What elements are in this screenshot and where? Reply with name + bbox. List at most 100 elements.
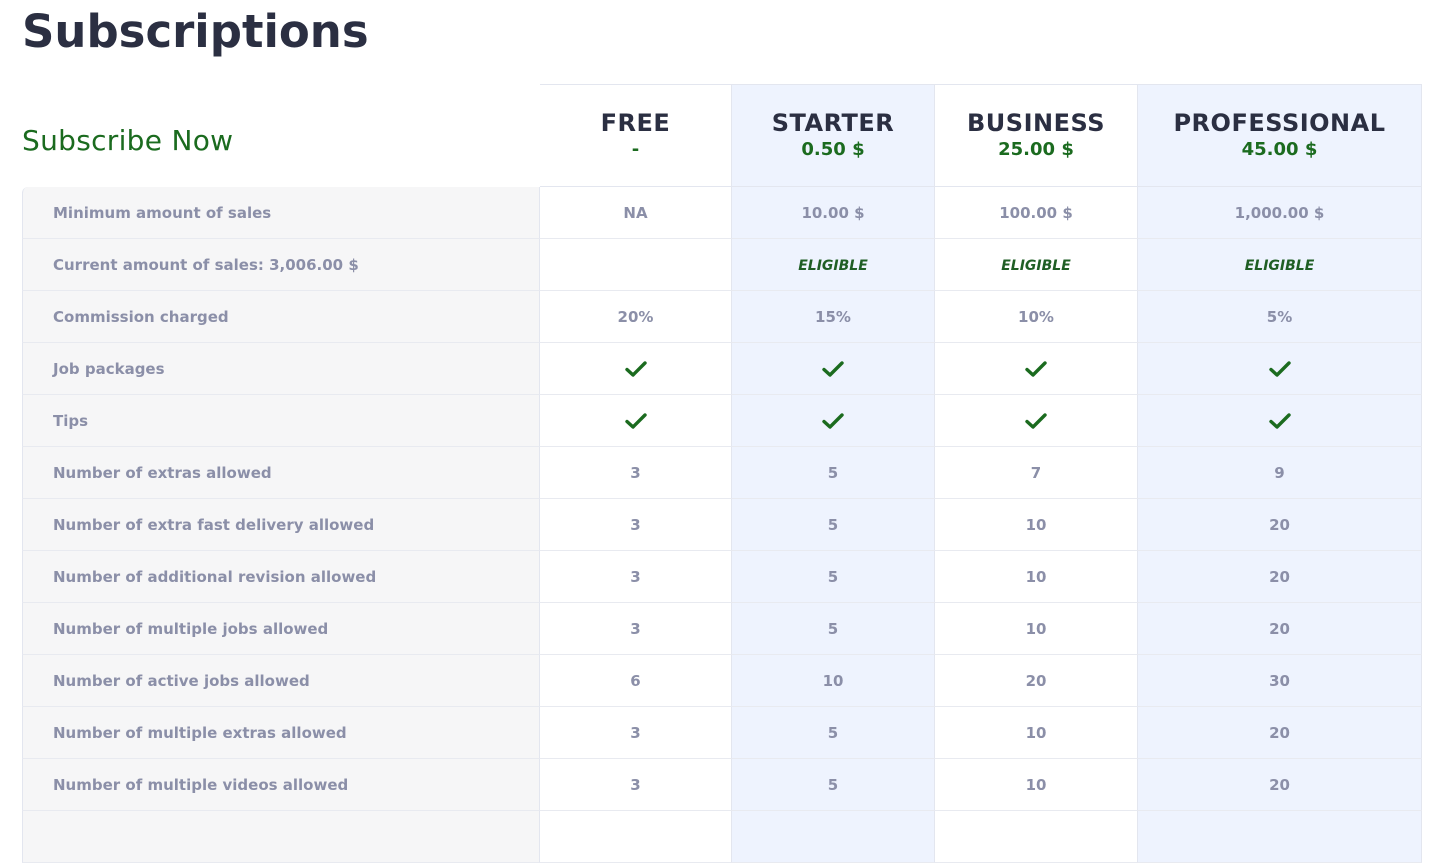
cell-text: 3	[630, 463, 641, 482]
subscribe-now-cell: Subscribe Now	[22, 84, 540, 187]
cell-professional: 20	[1138, 499, 1422, 551]
table-row: Number of extra fast delivery allowed 3 5 1…	[22, 499, 1422, 551]
cell-professional: 20	[1138, 603, 1422, 655]
cell-free: 3	[540, 447, 732, 499]
cell-text: 10	[1025, 619, 1047, 638]
cell-text: 5%	[1266, 307, 1293, 326]
check-icon	[1025, 413, 1047, 429]
cell-free	[540, 395, 732, 447]
cell-starter: ELIGIBLE	[732, 239, 935, 291]
cell-business	[935, 343, 1138, 395]
cell-text: 7	[1030, 463, 1042, 482]
cell-text: 3	[630, 723, 641, 742]
cell-free	[540, 239, 732, 291]
cell-professional: 20	[1138, 707, 1422, 759]
cell-free	[540, 811, 732, 863]
plan-price: 45.00 $	[1241, 138, 1318, 160]
cell-professional	[1138, 395, 1422, 447]
table-row: Minimum amount of sales NA 10.00 $ 100.00 $…	[22, 187, 1422, 239]
cell-free: 3	[540, 499, 732, 551]
feature-label: Number of extra fast delivery allowed	[22, 499, 540, 551]
check-icon	[822, 361, 844, 377]
cell-starter: 10	[732, 655, 935, 707]
cell-text: 5	[827, 775, 839, 794]
page-title: Subscriptions	[22, 5, 369, 58]
cell-free: 3	[540, 603, 732, 655]
cell-text: 10%	[1018, 307, 1054, 326]
cell-text: 3	[630, 775, 641, 794]
check-icon	[624, 413, 647, 429]
cell-professional: ELIGIBLE	[1138, 239, 1422, 291]
feature-label: Number of multiple extras allowed	[22, 707, 540, 759]
feature-label	[22, 811, 540, 863]
table-row: Number of active jobs allowed 6 10 20 30	[22, 655, 1422, 707]
cell-starter: 5	[732, 551, 935, 603]
plan-name: BUSINESS	[967, 108, 1105, 137]
cell-business: 100.00 $	[935, 187, 1138, 239]
plan-header-starter[interactable]: STARTER 0.50 $	[732, 84, 935, 187]
table-row: Current amount of sales: 3,006.00 $ ELIGI…	[22, 239, 1422, 291]
cell-text: 10	[1025, 775, 1047, 794]
cell-text: 20	[1269, 515, 1290, 534]
cell-free: 3	[540, 759, 732, 811]
check-icon	[1268, 361, 1291, 377]
cell-text: 20%	[617, 307, 654, 326]
cell-text: 20	[1269, 723, 1290, 742]
cell-free: 3	[540, 707, 732, 759]
plan-name: PROFESSIONAL	[1173, 108, 1386, 137]
check-icon	[624, 361, 647, 377]
feature-label: Number of multiple videos allowed	[22, 759, 540, 811]
cell-professional: 30	[1138, 655, 1422, 707]
check-icon	[822, 413, 844, 429]
plan-header-business[interactable]: BUSINESS 25.00 $	[935, 84, 1138, 187]
cell-text: 20	[1269, 619, 1290, 638]
check-icon	[1025, 361, 1047, 377]
cell-text: 5	[827, 515, 839, 534]
cell-text: 9	[1274, 463, 1285, 482]
eligible-status: ELIGIBLE	[1001, 257, 1071, 274]
cell-professional: 5%	[1138, 291, 1422, 343]
cell-starter: 5	[732, 759, 935, 811]
feature-label: Number of extras allowed	[22, 447, 540, 499]
plan-name: STARTER	[771, 108, 895, 137]
cell-business: 10%	[935, 291, 1138, 343]
cell-text: 1,000.00 $	[1234, 203, 1325, 222]
table-row: Commission charged 20% 15% 10% 5%	[22, 291, 1422, 343]
cell-text: 15%	[815, 307, 851, 326]
table-row: Job packages	[22, 343, 1422, 395]
cell-business: ELIGIBLE	[935, 239, 1138, 291]
plan-header-free[interactable]: FREE -	[540, 84, 732, 187]
cell-starter: 5	[732, 603, 935, 655]
cell-free: 20%	[540, 291, 732, 343]
plan-header-row: Subscribe Now FREE - STARTER 0.50 $ BUSI…	[22, 84, 1422, 187]
table-row: Number of additional revision allowed 3 5 1…	[22, 551, 1422, 603]
cell-professional: 20	[1138, 759, 1422, 811]
cell-business: 10	[935, 499, 1138, 551]
cell-text: 6	[630, 671, 641, 690]
cell-professional: 20	[1138, 551, 1422, 603]
plan-price: -	[631, 138, 640, 160]
cell-text: 100.00 $	[999, 203, 1073, 222]
cell-text: NA	[623, 203, 648, 222]
feature-label: Job packages	[22, 343, 540, 395]
cell-business: 10	[935, 759, 1138, 811]
cell-free: NA	[540, 187, 732, 239]
cell-text: 5	[827, 619, 839, 638]
cell-business	[935, 811, 1138, 863]
cell-professional: 1,000.00 $	[1138, 187, 1422, 239]
cell-starter: 15%	[732, 291, 935, 343]
feature-label: Number of additional revision allowed	[22, 551, 540, 603]
cell-starter: 5	[732, 499, 935, 551]
cell-text: 10	[1025, 515, 1047, 534]
cell-professional: 9	[1138, 447, 1422, 499]
cell-text: 5	[827, 723, 839, 742]
pricing-table-container: Subscribe Now FREE - STARTER 0.50 $ BUSI…	[22, 84, 1422, 863]
plan-header-professional[interactable]: PROFESSIONAL 45.00 $	[1138, 84, 1422, 187]
plan-price: 25.00 $	[998, 138, 1074, 160]
cell-text: 20	[1269, 775, 1290, 794]
cell-business: 7	[935, 447, 1138, 499]
cell-text: 10	[822, 671, 844, 690]
cell-business: 10	[935, 707, 1138, 759]
cell-text: 20	[1025, 671, 1047, 690]
cell-starter: 5	[732, 707, 935, 759]
